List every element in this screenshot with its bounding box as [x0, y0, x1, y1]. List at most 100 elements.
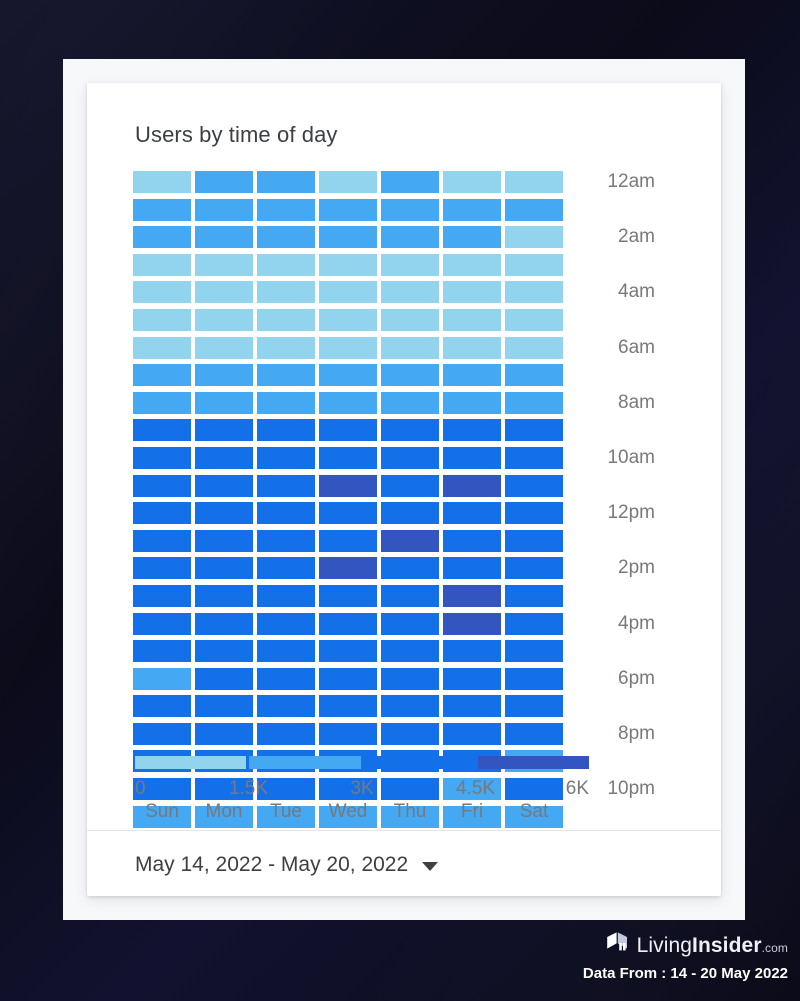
heatmap-cell[interactable] — [381, 391, 439, 414]
heatmap-cell[interactable] — [505, 640, 563, 663]
heatmap-cell[interactable] — [443, 557, 501, 580]
heatmap-cell[interactable] — [381, 695, 439, 718]
heatmap-cell[interactable] — [505, 612, 563, 635]
heatmap-cell[interactable] — [319, 695, 377, 718]
heatmap-cell[interactable] — [319, 612, 377, 635]
heatmap-cell[interactable] — [133, 474, 191, 497]
heatmap-cell[interactable] — [381, 308, 439, 331]
heatmap-cell[interactable] — [257, 667, 315, 690]
heatmap-cell[interactable] — [133, 198, 191, 221]
heatmap-cell[interactable] — [505, 308, 563, 331]
heatmap-cell[interactable] — [319, 308, 377, 331]
heatmap-cell[interactable] — [195, 171, 253, 193]
heatmap-cell[interactable] — [257, 446, 315, 469]
heatmap-cell[interactable] — [319, 446, 377, 469]
heatmap-cell[interactable] — [319, 364, 377, 387]
date-range-selector[interactable]: May 14, 2022 - May 20, 2022 — [135, 853, 439, 877]
heatmap-cell[interactable] — [195, 308, 253, 331]
heatmap-cell[interactable] — [505, 474, 563, 497]
heatmap-cell[interactable] — [319, 281, 377, 304]
heatmap-cell[interactable] — [195, 667, 253, 690]
heatmap-cell[interactable] — [319, 226, 377, 249]
heatmap-cell[interactable] — [381, 640, 439, 663]
heatmap-cell[interactable] — [319, 584, 377, 607]
heatmap-cell[interactable] — [381, 722, 439, 745]
heatmap-cell[interactable] — [443, 419, 501, 442]
heatmap-cell[interactable] — [381, 474, 439, 497]
heatmap-cell[interactable] — [133, 667, 191, 690]
heatmap-cell[interactable] — [443, 391, 501, 414]
heatmap-cell[interactable] — [257, 226, 315, 249]
heatmap-cell[interactable] — [443, 198, 501, 221]
heatmap-cell[interactable] — [257, 502, 315, 525]
heatmap-cell[interactable] — [381, 226, 439, 249]
heatmap-cell[interactable] — [133, 253, 191, 276]
heatmap-cell[interactable] — [133, 584, 191, 607]
heatmap-cell[interactable] — [319, 557, 377, 580]
heatmap-cell[interactable] — [133, 419, 191, 442]
heatmap-cell[interactable] — [505, 364, 563, 387]
heatmap-cell[interactable] — [257, 391, 315, 414]
heatmap-cell[interactable] — [195, 584, 253, 607]
heatmap-cell[interactable] — [257, 281, 315, 304]
heatmap-cell[interactable] — [505, 391, 563, 414]
heatmap-cell[interactable] — [257, 474, 315, 497]
heatmap-cell[interactable] — [443, 667, 501, 690]
heatmap-cell[interactable] — [319, 253, 377, 276]
heatmap-cell[interactable] — [505, 557, 563, 580]
heatmap-cell[interactable] — [257, 640, 315, 663]
heatmap-cell[interactable] — [195, 612, 253, 635]
heatmap-cell[interactable] — [257, 612, 315, 635]
heatmap-cell[interactable] — [381, 281, 439, 304]
heatmap-cell[interactable] — [443, 612, 501, 635]
heatmap-cell[interactable] — [195, 336, 253, 359]
heatmap-cell[interactable] — [443, 584, 501, 607]
heatmap-cell[interactable] — [443, 529, 501, 552]
heatmap-cell[interactable] — [381, 612, 439, 635]
heatmap-cell[interactable] — [133, 612, 191, 635]
heatmap-cell[interactable] — [195, 502, 253, 525]
heatmap-cell[interactable] — [443, 171, 501, 193]
heatmap-cell[interactable] — [505, 226, 563, 249]
heatmap-cell[interactable] — [257, 253, 315, 276]
heatmap-cell[interactable] — [195, 226, 253, 249]
heatmap-cell[interactable] — [443, 308, 501, 331]
heatmap-cell[interactable] — [133, 502, 191, 525]
heatmap-cell[interactable] — [257, 336, 315, 359]
heatmap-cell[interactable] — [443, 695, 501, 718]
heatmap-cell[interactable] — [195, 281, 253, 304]
heatmap-cell[interactable] — [195, 446, 253, 469]
heatmap-cell[interactable] — [319, 529, 377, 552]
heatmap-cell[interactable] — [319, 474, 377, 497]
heatmap-cell[interactable] — [133, 557, 191, 580]
heatmap-cell[interactable] — [443, 446, 501, 469]
heatmap-cell[interactable] — [195, 198, 253, 221]
heatmap-cell[interactable] — [381, 198, 439, 221]
heatmap-cell[interactable] — [195, 419, 253, 442]
heatmap-cell[interactable] — [505, 529, 563, 552]
heatmap-cell[interactable] — [133, 529, 191, 552]
heatmap-cell[interactable] — [195, 557, 253, 580]
heatmap-cell[interactable] — [381, 446, 439, 469]
heatmap-cell[interactable] — [505, 419, 563, 442]
heatmap-cell[interactable] — [381, 667, 439, 690]
heatmap-cell[interactable] — [319, 336, 377, 359]
heatmap-cell[interactable] — [505, 198, 563, 221]
heatmap-cell[interactable] — [257, 419, 315, 442]
heatmap-cell[interactable] — [505, 667, 563, 690]
heatmap-cell[interactable] — [133, 391, 191, 414]
heatmap-cell[interactable] — [319, 198, 377, 221]
heatmap-cell[interactable] — [443, 226, 501, 249]
heatmap-cell[interactable] — [443, 474, 501, 497]
heatmap-cell[interactable] — [257, 364, 315, 387]
heatmap-cell[interactable] — [319, 722, 377, 745]
heatmap-cell[interactable] — [319, 502, 377, 525]
heatmap-cell[interactable] — [257, 584, 315, 607]
heatmap-cell[interactable] — [319, 640, 377, 663]
heatmap-cell[interactable] — [257, 171, 315, 193]
heatmap-cell[interactable] — [381, 419, 439, 442]
heatmap-cell[interactable] — [505, 722, 563, 745]
heatmap-cell[interactable] — [257, 557, 315, 580]
heatmap-cell[interactable] — [133, 281, 191, 304]
heatmap-cell[interactable] — [195, 364, 253, 387]
